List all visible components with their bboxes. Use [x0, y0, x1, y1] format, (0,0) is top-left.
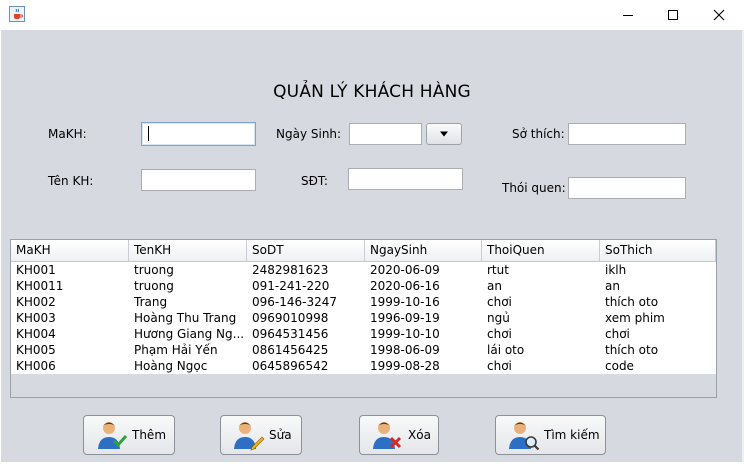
cell-sodt: 0964531456 [252, 327, 329, 341]
thoiquen-label: Thói quen: [502, 181, 566, 195]
cell-sothich: an [605, 279, 620, 293]
them-label: Thêm [132, 428, 167, 442]
table-row[interactable]: KH005 Phạm Hải Yến 0861456425 1998-06-09… [11, 342, 716, 358]
user-delete-icon [373, 422, 402, 449]
table-row[interactable]: KH003 Hoàng Thu Trang 0969010998 1996-09… [11, 310, 716, 326]
thoiquen-input[interactable] [568, 177, 686, 199]
tenkh-input[interactable] [141, 169, 256, 191]
cell-ngaysinh: 2020-06-16 [370, 279, 440, 293]
cell-thoiquen: ngủ [487, 311, 510, 325]
cell-thoiquen: an [487, 279, 502, 293]
customer-table: MaKH TenKH SoDT NgaySinh ThoiQuen SoThic… [10, 239, 717, 398]
text-caret [148, 126, 149, 141]
cell-ngaysinh: 2020-06-09 [370, 263, 440, 277]
cell-sodt: 0861456425 [252, 343, 329, 357]
cell-tenkh: truong [134, 279, 174, 293]
close-button[interactable] [696, 0, 742, 30]
cell-makh: KH006 [16, 359, 56, 373]
xoa-button[interactable]: Xóa [359, 415, 439, 455]
cell-sothich: thích oto [605, 295, 659, 309]
cell-makh: KH0011 [16, 279, 64, 293]
maximize-icon [668, 10, 678, 20]
cell-ngaysinh: 1999-08-28 [370, 359, 440, 373]
cell-tenkh: Trang [134, 295, 168, 309]
tim-kiem-button[interactable]: Tìm kiếm [495, 415, 606, 455]
cell-makh: KH001 [16, 263, 56, 277]
user-search-icon [509, 422, 540, 451]
them-button[interactable]: Thêm [83, 415, 175, 455]
cell-makh: KH005 [16, 343, 56, 357]
java-cup-icon [9, 6, 25, 22]
table-row[interactable]: KH004 Hương Giang Ng... 0964531456 1999-… [11, 326, 716, 342]
ngaysinh-input[interactable] [349, 123, 422, 145]
user-add-icon [98, 422, 128, 449]
sdt-label: SĐT: [301, 174, 328, 188]
cell-sothich: iklh [605, 263, 627, 277]
table-header: MaKH TenKH SoDT NgaySinh ThoiQuen SoThic… [11, 240, 716, 262]
cell-sodt: 091-241-220 [252, 279, 330, 293]
cell-thoiquen: rtut [487, 263, 509, 277]
table-row[interactable]: KH002 Trang 096-146-3247 1999-10-16 chơi… [11, 294, 716, 310]
tim-kiem-label: Tìm kiếm [544, 428, 600, 442]
column-header-ngaysinh[interactable]: NgaySinh [365, 240, 482, 261]
minimize-button[interactable] [605, 0, 651, 30]
cell-thoiquen: lái oto [487, 343, 525, 357]
cell-makh: KH004 [16, 327, 56, 341]
cell-tenkh: truong [134, 263, 174, 277]
cell-sodt: 0645896542 [252, 359, 329, 373]
sothich-label: Sở thích: [512, 127, 565, 141]
column-header-sothich[interactable]: SoThich [600, 240, 716, 261]
column-header-sodt[interactable]: SoDT [247, 240, 365, 261]
makh-label: MaKH: [48, 127, 87, 141]
cell-thoiquen: chơi [487, 327, 512, 341]
cell-makh: KH003 [16, 311, 56, 325]
column-header-tenkh[interactable]: TenKH [129, 240, 247, 261]
cell-sodt: 2482981623 [252, 263, 329, 277]
cell-ngaysinh: 1996-09-19 [370, 311, 440, 325]
table-row[interactable]: KH006 Hoàng Ngọc 0645896542 1999-08-28 c… [11, 358, 716, 374]
table-row[interactable]: KH001 truong 2482981623 2020-06-09 rtut … [11, 262, 716, 278]
cell-sothich: thích oto [605, 343, 659, 357]
dropdown-arrow-icon [440, 131, 448, 137]
column-header-thoiquen[interactable]: ThoiQuen [482, 240, 600, 261]
cell-tenkh: Hoàng Thu Trang [134, 311, 237, 325]
ngaysinh-label: Ngày Sinh: [276, 127, 342, 141]
cell-tenkh: Phạm Hải Yến [134, 343, 218, 357]
cell-sothich: chơi [605, 327, 630, 341]
table-body: KH001 truong 2482981623 2020-06-09 rtut … [11, 262, 716, 374]
cell-ngaysinh: 1999-10-16 [370, 295, 440, 309]
cell-tenkh: Hương Giang Ng... [134, 327, 245, 341]
minimize-icon [623, 15, 633, 16]
cell-sothich: xem phim [605, 311, 665, 325]
table-row[interactable]: KH0011 truong 091-241-220 2020-06-16 an … [11, 278, 716, 294]
maximize-button[interactable] [650, 0, 696, 30]
sua-label: Sửa [269, 428, 292, 442]
cell-sothich: code [605, 359, 634, 373]
sothich-input[interactable] [568, 123, 686, 145]
page-title: QUẢN LÝ KHÁCH HÀNG [273, 82, 471, 102]
cell-sodt: 096-146-3247 [252, 295, 338, 309]
xoa-label: Xóa [408, 428, 431, 442]
title-bar [0, 0, 744, 30]
date-picker-button[interactable] [426, 123, 462, 145]
sua-button[interactable]: Sửa [220, 415, 302, 455]
makh-input[interactable] [141, 122, 256, 146]
cell-sodt: 0969010998 [252, 311, 329, 325]
cell-makh: KH002 [16, 295, 56, 309]
cell-thoiquen: chơi [487, 359, 512, 373]
tenkh-label: Tên KH: [48, 174, 94, 188]
user-edit-icon [234, 422, 265, 451]
sdt-input[interactable] [348, 168, 463, 190]
bottom-edge [0, 462, 744, 466]
cell-ngaysinh: 1999-10-10 [370, 327, 440, 341]
column-header-makh[interactable]: MaKH [11, 240, 129, 261]
cell-tenkh: Hoàng Ngọc [134, 359, 208, 373]
cell-ngaysinh: 1998-06-09 [370, 343, 440, 357]
cell-thoiquen: chơi [487, 295, 512, 309]
close-icon [713, 9, 725, 21]
